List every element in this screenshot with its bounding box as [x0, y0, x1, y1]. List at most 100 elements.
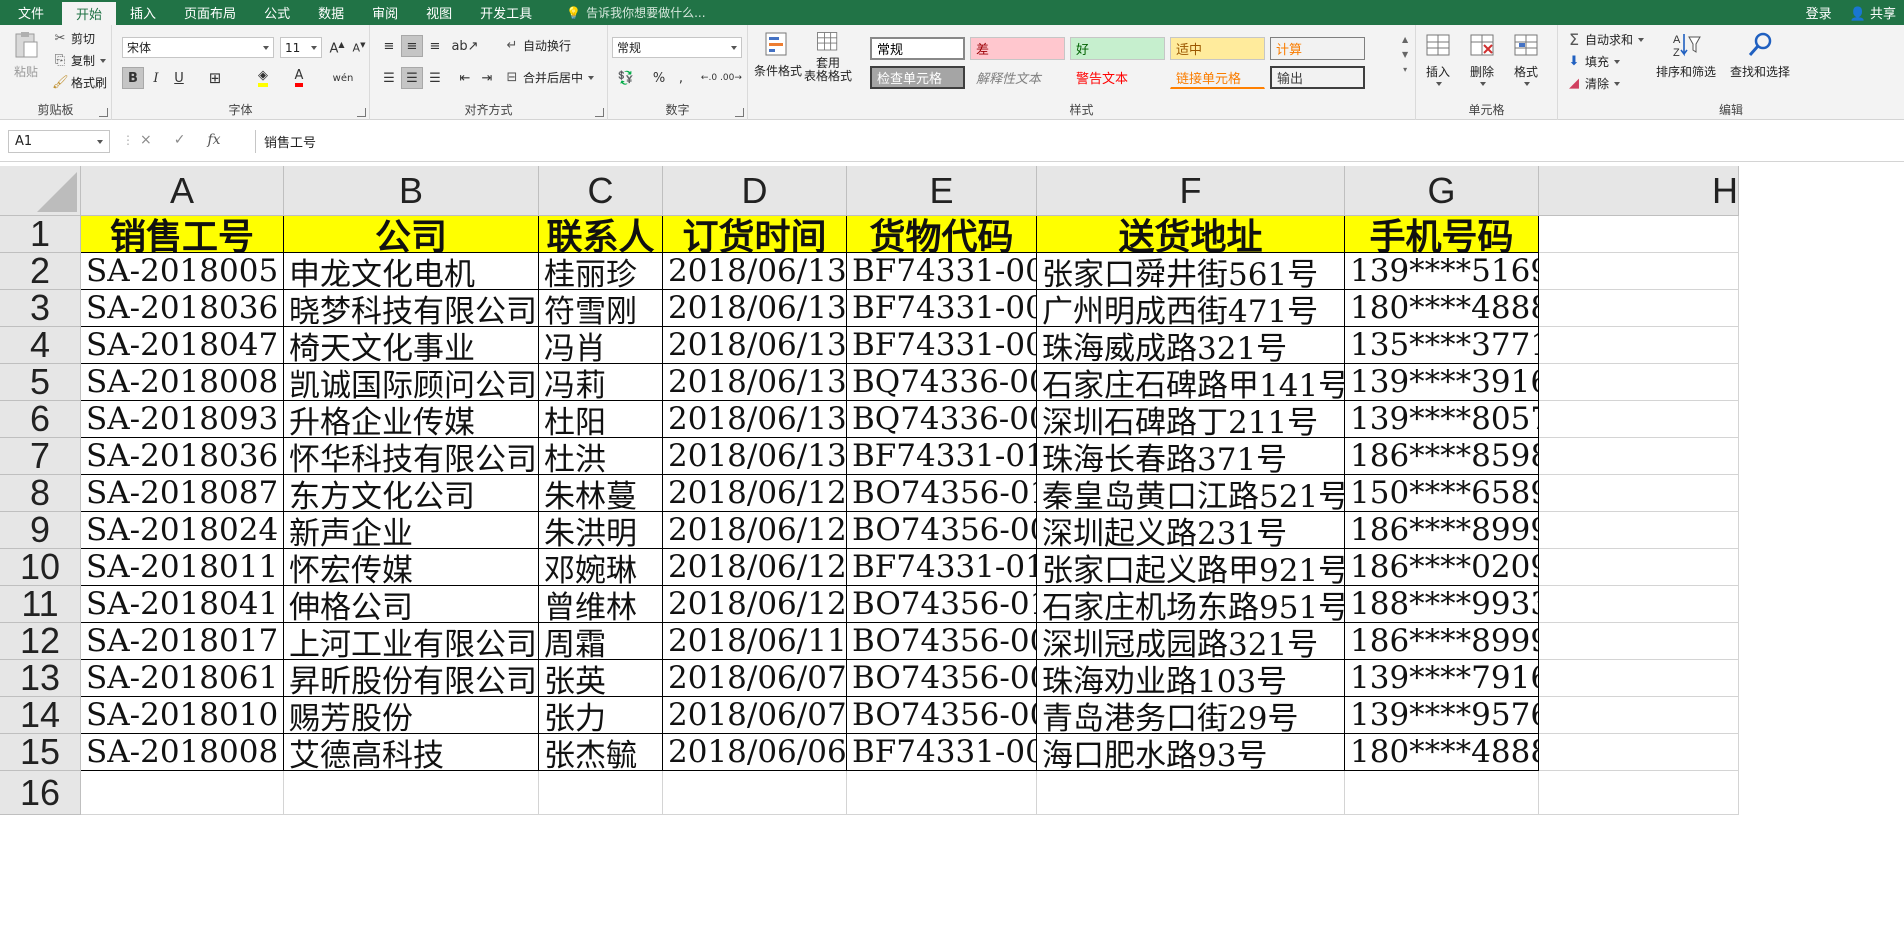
insert-cells-button[interactable]: 插入 — [1422, 29, 1454, 86]
bold-button[interactable]: B — [122, 67, 144, 89]
cell-b6[interactable]: 升格企业传媒 — [284, 401, 539, 438]
cell-d5[interactable]: 2018/06/13 — [663, 364, 847, 401]
cell-b4[interactable]: 椅天文化事业 — [284, 327, 539, 364]
cell-h6[interactable] — [1539, 401, 1739, 438]
delete-cells-button[interactable]: 删除 — [1466, 29, 1498, 86]
share-button[interactable]: 👤 共享 — [1850, 3, 1896, 22]
cell-e12[interactable]: BO74356-008 — [847, 623, 1037, 660]
cell-c15[interactable]: 张杰毓 — [539, 734, 663, 771]
clipboard-launcher[interactable] — [99, 108, 108, 117]
underline-button[interactable]: U — [168, 67, 190, 89]
cell-c10[interactable]: 邓婉琳 — [539, 549, 663, 586]
confirm-entry-icon[interactable]: ✓ — [174, 132, 186, 148]
number-format-combo[interactable]: 常规 — [612, 37, 742, 58]
cell-g13[interactable]: 139****7916 — [1345, 660, 1539, 697]
cell-b11[interactable]: 伸格公司 — [284, 586, 539, 623]
currency-button[interactable]: 💱 — [612, 67, 640, 89]
cell-f11[interactable]: 石家庄机场东路951号 — [1037, 586, 1345, 623]
cell-f14[interactable]: 青岛港务口街29号 — [1037, 697, 1345, 734]
conditional-format-button[interactable]: 条件格式 — [754, 29, 802, 79]
row-header-3[interactable]: 3 — [0, 287, 81, 328]
row-header-11[interactable]: 11 — [0, 583, 81, 624]
autosum-button[interactable]: Σ 自动求和 — [1566, 31, 1645, 48]
cell-d2[interactable]: 2018/06/13 — [663, 253, 847, 290]
column-header-f[interactable]: F — [1037, 166, 1345, 216]
column-header-e[interactable]: E — [847, 166, 1037, 216]
cell-c11[interactable]: 曾维林 — [539, 586, 663, 623]
cell-b15[interactable]: 艾德高科技 — [284, 734, 539, 771]
name-box[interactable]: A1 — [8, 130, 110, 153]
find-select-button[interactable]: 查找和选择 — [1730, 29, 1790, 80]
cell-c12[interactable]: 周霜 — [539, 623, 663, 660]
cell-d13[interactable]: 2018/06/07 — [663, 660, 847, 697]
cell-e8[interactable]: BO74356-010 — [847, 475, 1037, 512]
cell-f9[interactable]: 深圳起义路231号 — [1037, 512, 1345, 549]
cell-g12[interactable]: 186****8999 — [1345, 623, 1539, 660]
fill-color-button[interactable]: ◈ — [252, 67, 274, 89]
cell-h14[interactable] — [1539, 697, 1739, 734]
cell-b1[interactable]: 公司 — [284, 216, 539, 253]
cell-d7[interactable]: 2018/06/13 — [663, 438, 847, 475]
style-gallery-scroll[interactable]: ▲ ▼ ▾ — [1402, 35, 1408, 74]
cell-d12[interactable]: 2018/06/11 — [663, 623, 847, 660]
style-output[interactable]: 输出 — [1270, 66, 1365, 89]
style-calculation[interactable]: 计算 — [1270, 37, 1365, 60]
cell-h16[interactable] — [1539, 771, 1739, 815]
cell-h10[interactable] — [1539, 549, 1739, 586]
cell-d6[interactable]: 2018/06/13 — [663, 401, 847, 438]
cell-d4[interactable]: 2018/06/13 — [663, 327, 847, 364]
number-launcher[interactable] — [735, 108, 744, 117]
cell-b12[interactable]: 上河工业有限公司 — [284, 623, 539, 660]
cell-h15[interactable] — [1539, 734, 1739, 771]
cell-b8[interactable]: 东方文化公司 — [284, 475, 539, 512]
border-button[interactable]: ⊞ — [204, 67, 226, 89]
cell-f7[interactable]: 珠海长春路371号 — [1037, 438, 1345, 475]
cell-a8[interactable]: SA-2018087 — [81, 475, 284, 512]
cell-c7[interactable]: 杜洪 — [539, 438, 663, 475]
cell-c9[interactable]: 朱洪明 — [539, 512, 663, 549]
cell-g11[interactable]: 188****9933 — [1345, 586, 1539, 623]
cell-h7[interactable] — [1539, 438, 1739, 475]
align-left-button[interactable]: ☰ — [378, 67, 400, 89]
orientation-button[interactable]: ab↗ — [451, 35, 478, 57]
copy-button[interactable]: ⎘ 复制 — [52, 52, 107, 69]
tab-5[interactable]: 数据 — [304, 0, 358, 25]
cell-d1[interactable]: 订货时间 — [663, 216, 847, 253]
insert-function-icon[interactable]: fx — [207, 132, 220, 148]
cell-f1[interactable]: 送货地址 — [1037, 216, 1345, 253]
cell-g4[interactable]: 135****3771 — [1345, 327, 1539, 364]
cell-d8[interactable]: 2018/06/12 — [663, 475, 847, 512]
cell-d14[interactable]: 2018/06/07 — [663, 697, 847, 734]
cell-a9[interactable]: SA-2018024 — [81, 512, 284, 549]
row-header-6[interactable]: 6 — [0, 398, 81, 439]
cell-c14[interactable]: 张力 — [539, 697, 663, 734]
cell-g1[interactable]: 手机号码 — [1345, 216, 1539, 253]
cell-e9[interactable]: BO74356-009 — [847, 512, 1037, 549]
tab-4[interactable]: 公式 — [250, 0, 304, 25]
cell-h12[interactable] — [1539, 623, 1739, 660]
cell-f5[interactable]: 石家庄石碑路甲141号 — [1037, 364, 1345, 401]
tab-2[interactable]: 插入 — [116, 0, 170, 25]
tell-me-search[interactable]: 💡 告诉我你想要做什么... — [546, 0, 705, 25]
tab-3[interactable]: 页面布局 — [170, 0, 250, 25]
select-all-button[interactable] — [0, 166, 81, 216]
cell-b13[interactable]: 昇昕股份有限公司 — [284, 660, 539, 697]
cell-e7[interactable]: BF74331-019 — [847, 438, 1037, 475]
cell-c4[interactable]: 冯肖 — [539, 327, 663, 364]
cell-h4[interactable] — [1539, 327, 1739, 364]
cell-e13[interactable]: BO74356-006 — [847, 660, 1037, 697]
tab-1[interactable]: 开始 — [62, 0, 117, 25]
cell-a6[interactable]: SA-2018093 — [81, 401, 284, 438]
font-name-combo[interactable]: 宋体 — [122, 37, 274, 58]
sort-filter-button[interactable]: AZ 排序和筛选 — [1656, 29, 1716, 80]
column-header-a[interactable]: A — [81, 166, 284, 216]
cell-f10[interactable]: 张家口起义路甲921号 — [1037, 549, 1345, 586]
column-header-g[interactable]: G — [1345, 166, 1539, 216]
phonetic-button[interactable]: wén — [332, 67, 354, 89]
cell-a14[interactable]: SA-2018010 — [81, 697, 284, 734]
cell-f2[interactable]: 张家口舜井街561号 — [1037, 253, 1345, 290]
align-center-button[interactable]: ☰ — [401, 67, 423, 89]
column-header-h[interactable]: H — [1539, 166, 1739, 216]
style-normal[interactable]: 常规 — [870, 37, 965, 60]
cell-b14[interactable]: 赐芳股份 — [284, 697, 539, 734]
